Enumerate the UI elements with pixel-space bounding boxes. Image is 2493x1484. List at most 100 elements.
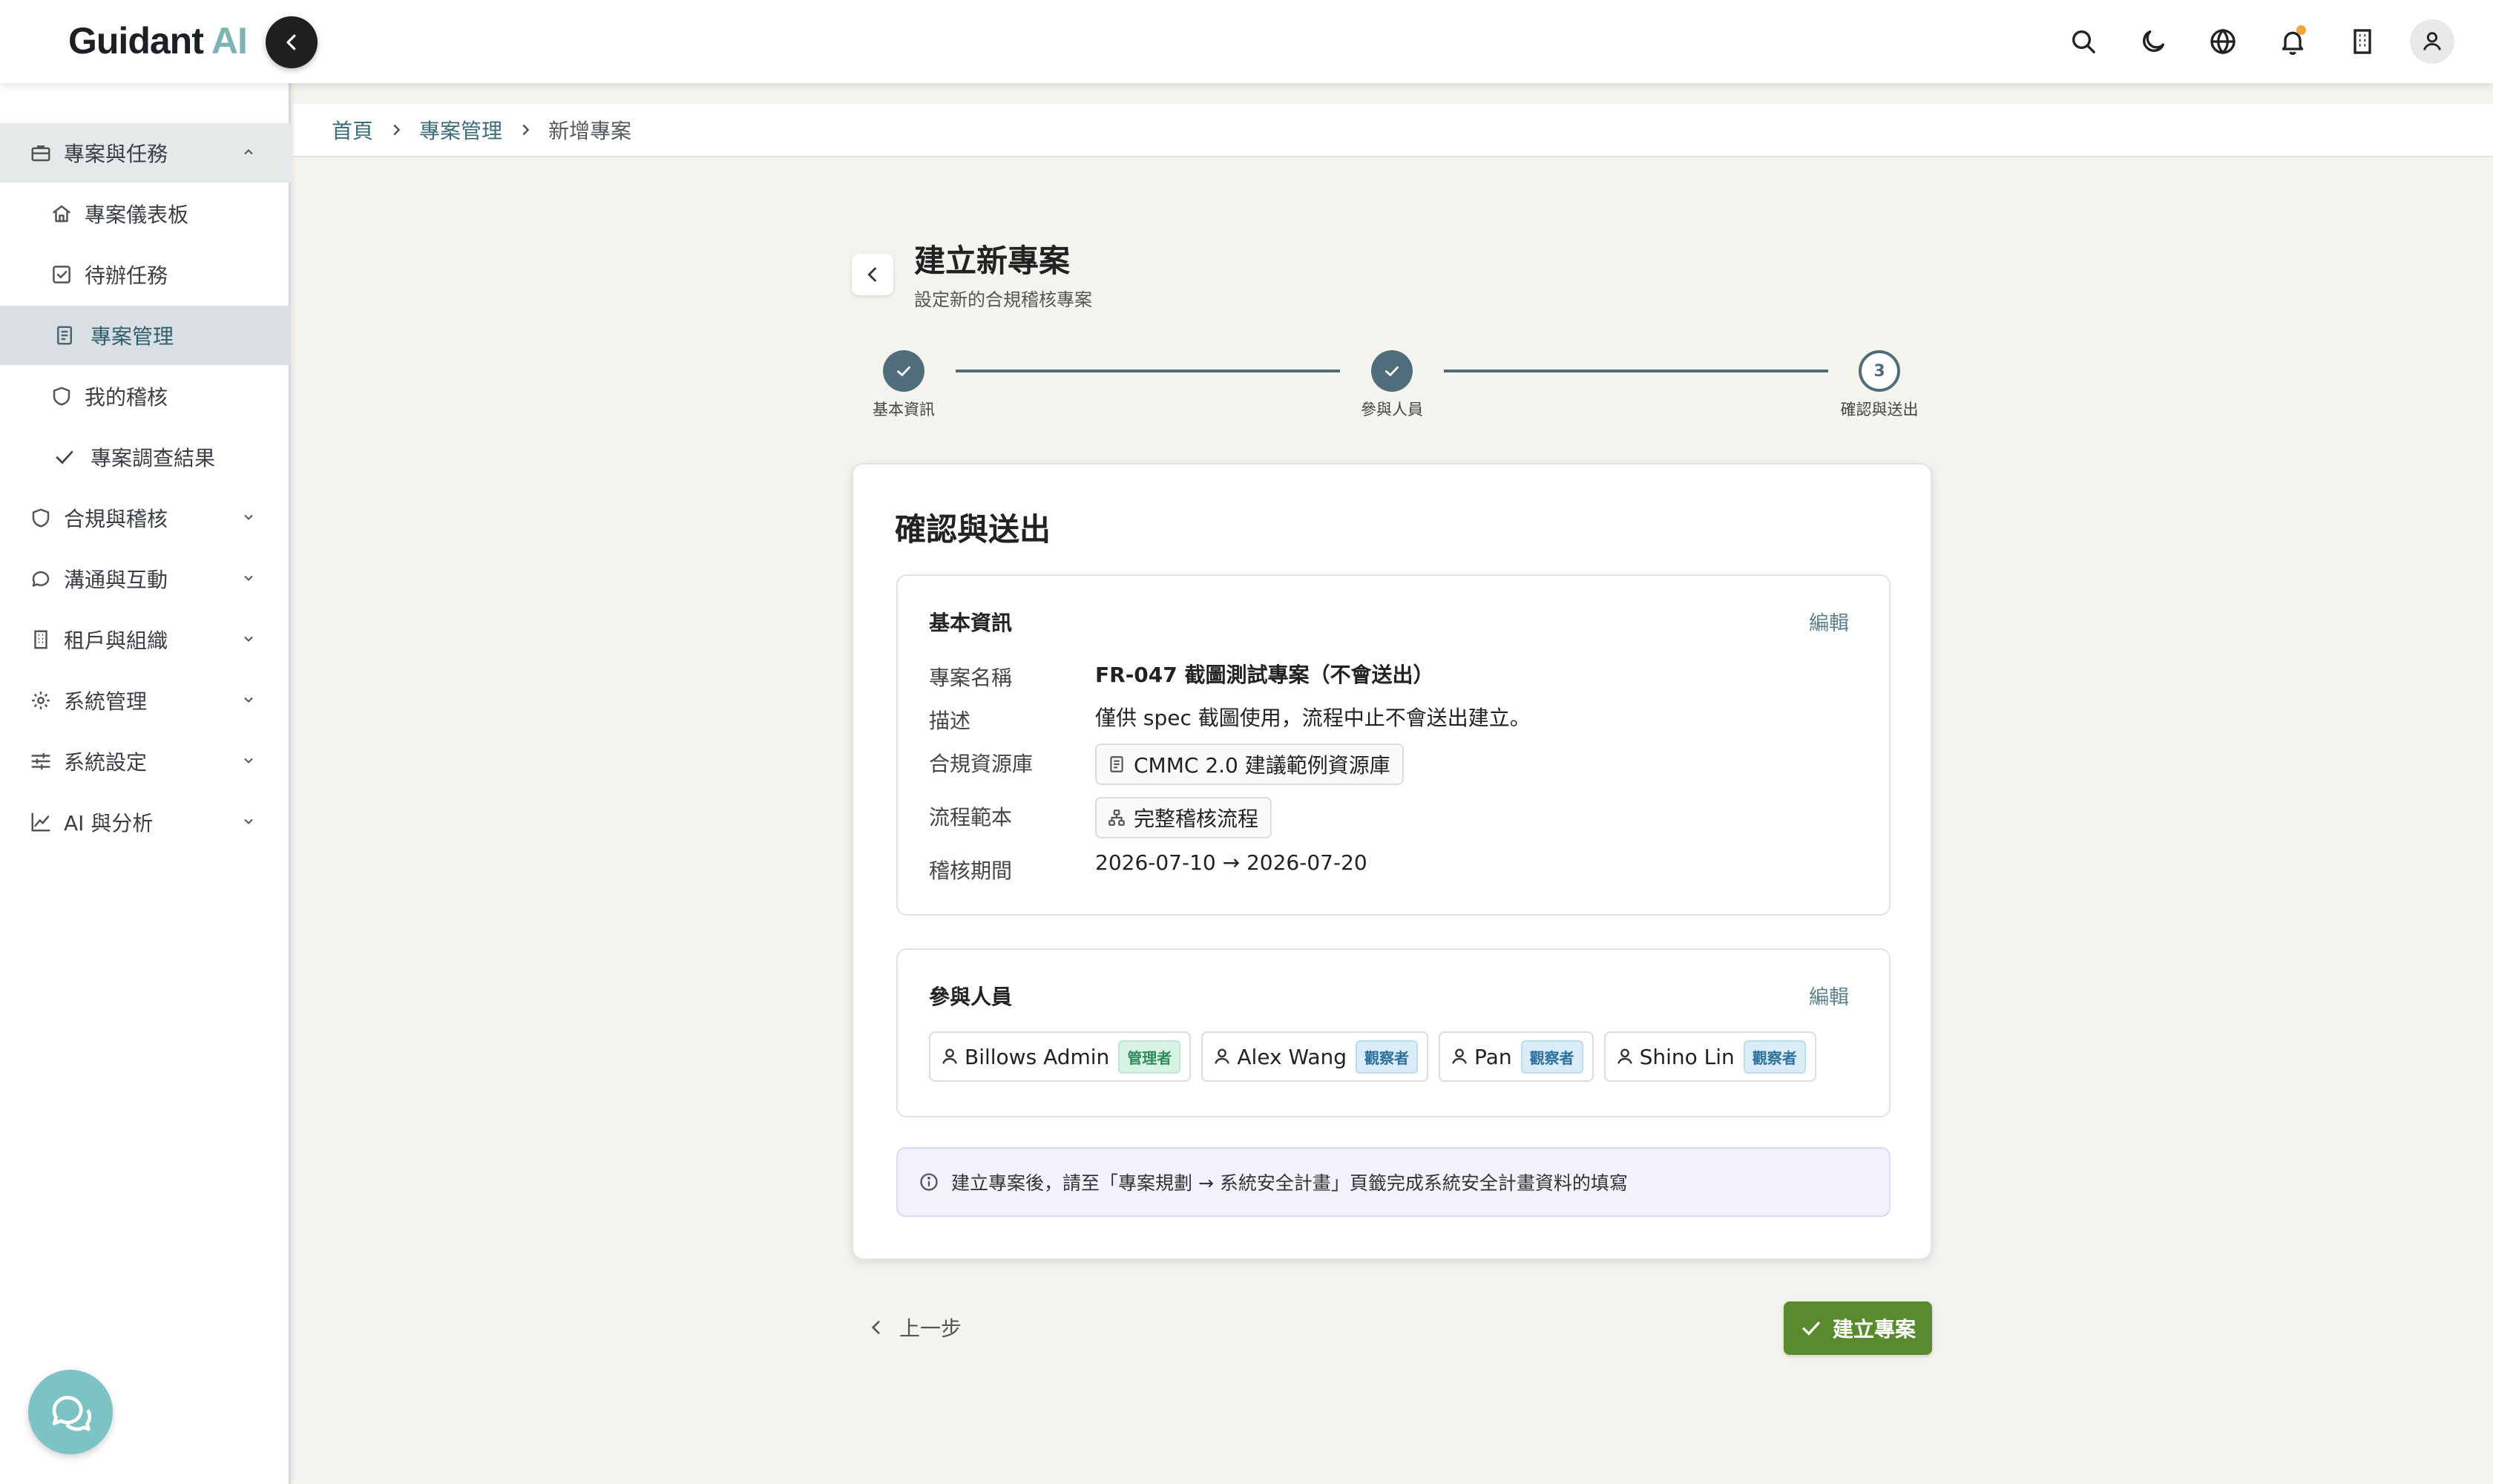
page-title: 建立新專案 [914, 243, 1071, 279]
chevron-right-icon [517, 122, 533, 138]
role-badge: 觀察者 [1520, 1040, 1583, 1074]
language-button[interactable] [2201, 19, 2245, 64]
globe-icon [2210, 28, 2236, 55]
edit-basic-info-link[interactable]: 編輯 [1809, 607, 1849, 636]
chevron-down-icon [237, 628, 260, 650]
info-notice: 建立專案後，請至「專案規劃 → 系統安全計畫」頁籤完成系統安全計畫資料的填寫 [896, 1147, 1891, 1217]
create-project-button[interactable]: 建立專案 [1784, 1301, 1932, 1355]
building-icon [28, 627, 53, 652]
breadcrumb-home[interactable]: 首頁 [332, 115, 373, 145]
step-3-number: 3 [1873, 361, 1885, 381]
sidebar-group-system-settings[interactable]: 系統設定 [0, 732, 291, 791]
user-icon [1215, 1048, 1230, 1064]
participant-chip: Billows Admin 管理者 [929, 1031, 1192, 1082]
step-2-indicator[interactable] [1371, 350, 1413, 392]
step-2-label: 參與人員 [1361, 401, 1423, 418]
participant-chip: Pan 觀察者 [1439, 1031, 1594, 1082]
info-icon [920, 1173, 938, 1191]
step-connector [1444, 370, 1828, 372]
sidebar-item-label: 租戶與組織 [64, 628, 168, 653]
participant-name: Billows Admin [965, 1044, 1110, 1069]
sidebar-item-my-audits[interactable]: 我的稽核 [0, 367, 291, 426]
sidebar-item-label: 合規與稽核 [64, 507, 168, 531]
sidebar-item-label: 待辦任務 [85, 263, 168, 288]
participant-name: Alex Wang [1237, 1044, 1347, 1069]
user-menu-button[interactable] [2410, 19, 2454, 64]
chevron-up-icon [237, 141, 260, 163]
theme-toggle-button[interactable] [2131, 19, 2175, 64]
chevron-down-icon [237, 810, 260, 833]
chart-icon [28, 810, 53, 835]
chevron-left-icon [286, 34, 296, 50]
app-logo[interactable]: Guidant AI [68, 19, 248, 62]
user-icon [2423, 32, 2441, 50]
search-icon [2072, 30, 2095, 53]
workflow-icon [1108, 810, 1125, 826]
step-3-indicator[interactable]: 3 [1859, 350, 1900, 392]
check-icon [1385, 366, 1399, 377]
sidebar-item-label: 我的稽核 [85, 385, 168, 410]
document-icon [1110, 756, 1123, 772]
participant-name: Pan [1474, 1044, 1512, 1069]
chevron-down-icon [237, 689, 260, 711]
sidebar-item-label: 系統管理 [64, 689, 148, 714]
step-1-label: 基本資訊 [873, 401, 935, 418]
notice-text: 建立專案後，請至「專案規劃 → 系統安全計畫」頁籤完成系統安全計畫資料的填寫 [951, 1172, 1628, 1194]
sidebar-group-system-admin[interactable]: 系統管理 [0, 671, 291, 730]
check-icon [52, 444, 77, 470]
breadcrumb-current: 新增專案 [548, 119, 632, 143]
participants-section: 參與人員 編輯 Billows Admin 管理者 Alex Wang 觀察者 … [896, 948, 1891, 1117]
logo-ai-text: AI [211, 20, 248, 62]
description-value: 僅供 spec 截圖使用，流程中止不會送出建立。 [1095, 706, 1531, 730]
create-project-label: 建立專案 [1832, 1317, 1916, 1342]
sidebar-item-label: 專案儀表板 [85, 203, 189, 227]
sidebar-group-ai-analytics[interactable]: AI 與分析 [0, 792, 291, 852]
library-label: 合規資源庫 [929, 752, 1034, 776]
sidebar-collapse-button[interactable] [266, 16, 318, 68]
breadcrumb: 首頁 專案管理 新增專案 [293, 104, 2493, 157]
template-chip: 完整稽核流程 [1095, 797, 1272, 838]
sidebar-item-project-findings[interactable]: 專案調查結果 [0, 427, 291, 487]
breadcrumb-project-management[interactable]: 專案管理 [419, 115, 502, 145]
check-icon [897, 366, 910, 377]
participant-chip: Shino Lin 觀察者 [1603, 1031, 1816, 1082]
audit-period-label: 稽核期間 [929, 858, 1013, 883]
back-button[interactable] [852, 254, 893, 295]
building-icon [2354, 29, 2371, 54]
sidebar-group-tenants[interactable]: 租戶與組織 [0, 610, 291, 669]
chat-assistant-button[interactable] [28, 1370, 113, 1454]
audit-period-value: 2026-07-10 → 2026-07-20 [1095, 850, 1367, 875]
sidebar-group-projects[interactable]: 專案與任務 [0, 123, 291, 183]
participants-list: Billows Admin 管理者 Alex Wang 觀察者 Pan 觀察者 … [929, 1031, 1816, 1082]
role-badge: 管理者 [1118, 1040, 1181, 1074]
moon-icon [2143, 30, 2164, 52]
chevron-right-icon [388, 122, 404, 138]
template-label: 流程範本 [929, 805, 1013, 830]
search-button[interactable] [2061, 19, 2106, 64]
sidebar-item-todo-tasks[interactable]: 待辦任務 [0, 245, 291, 304]
participant-name: Shino Lin [1639, 1044, 1735, 1069]
top-header: Guidant AI [0, 0, 2493, 83]
chevron-down-icon [237, 749, 260, 772]
organization-button[interactable] [2340, 19, 2385, 64]
sidebar-item-label: 專案與任務 [64, 142, 168, 166]
sidebar-item-label: 系統設定 [64, 750, 148, 775]
sidebar-group-compliance[interactable]: 合規與稽核 [0, 488, 291, 548]
library-value: CMMC 2.0 建議範例資源庫 [1134, 753, 1390, 778]
notifications-button[interactable] [2270, 19, 2315, 64]
previous-step-label: 上一步 [899, 1316, 962, 1341]
sidebar-item-label: AI 與分析 [64, 811, 154, 835]
edit-participants-link[interactable]: 編輯 [1809, 981, 1849, 1010]
sidebar-item-project-dashboard[interactable]: 專案儀表板 [0, 184, 291, 243]
sidebar-group-communication[interactable]: 溝通與互動 [0, 549, 291, 608]
sidebar-item-label: 專案管理 [91, 324, 174, 349]
previous-step-button[interactable]: 上一步 [867, 1309, 962, 1346]
sidebar-item-project-management[interactable]: 專案管理 [0, 306, 291, 365]
shield-icon [49, 384, 74, 409]
step-1-indicator[interactable] [883, 350, 924, 392]
shield-icon [28, 505, 53, 531]
chevron-down-icon [237, 506, 260, 528]
chat-bubbles-icon [52, 1396, 92, 1431]
user-icon [1452, 1048, 1467, 1064]
role-badge: 觀察者 [1743, 1040, 1806, 1074]
